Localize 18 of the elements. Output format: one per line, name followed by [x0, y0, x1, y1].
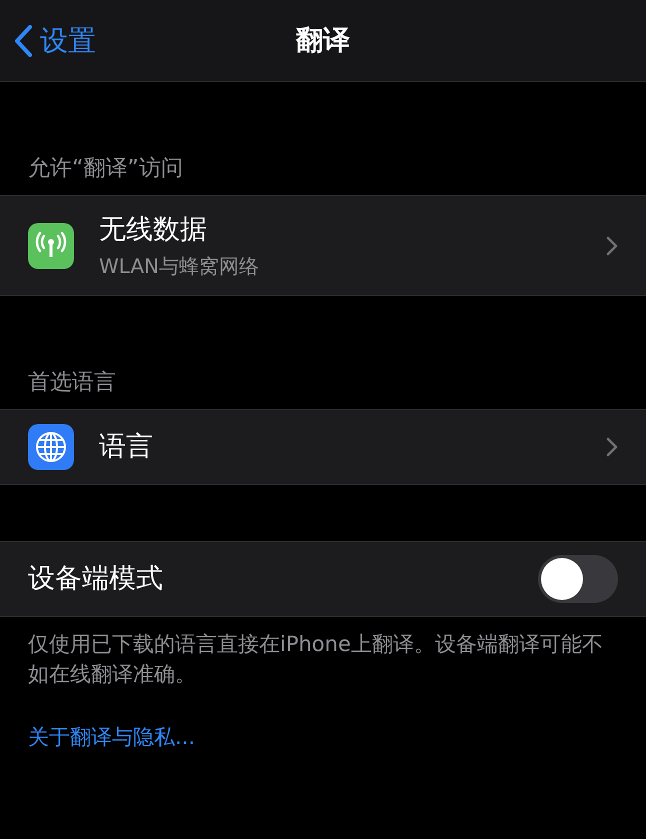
- chevron-icon: [606, 236, 618, 256]
- row-title: 设备端模式: [28, 562, 163, 596]
- footer-note: 仅使用已下载的语言直接在iPhone上翻译。设备端翻译可能不如在线翻译准确。: [27, 631, 604, 688]
- antenna-icon: [28, 222, 74, 268]
- chevron-icon: [606, 437, 618, 457]
- row-title: 无线数据: [99, 213, 208, 248]
- page-title: 翻译: [296, 23, 350, 58]
- settings-row[interactable]: 无线数据 WLAN与蜂窝网络: [0, 195, 646, 296]
- section-header: 允许“翻译”访问: [27, 155, 184, 183]
- row-subtitle: WLAN与蜂窝网络: [99, 252, 260, 280]
- row-title: 语言: [99, 430, 153, 464]
- settings-row[interactable]: 语言: [0, 409, 646, 485]
- section-header: 首选语言: [27, 369, 117, 397]
- privacy-link[interactable]: 关于翻译与隐私...: [28, 722, 196, 754]
- back-button[interactable]: 设置: [0, 0, 96, 82]
- globe-icon: [28, 424, 74, 470]
- toggle-switch[interactable]: [538, 555, 618, 603]
- back-chevron-icon: [14, 25, 32, 57]
